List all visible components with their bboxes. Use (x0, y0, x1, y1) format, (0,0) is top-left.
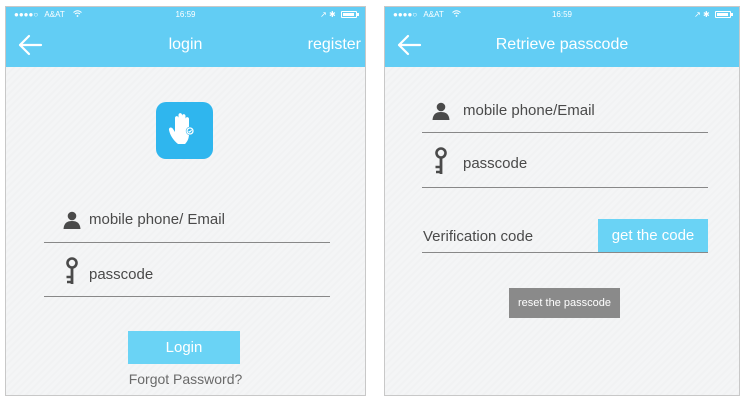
verification-code-label: Verification code (423, 228, 534, 245)
status-right: ↗ ✱ (694, 7, 733, 23)
hand-logo-icon (156, 102, 213, 159)
login-screen: ●●●●○ A&AT 16:59 ↗ ✱ login register mobi… (5, 6, 366, 396)
get-code-button[interactable]: get the code (598, 219, 708, 252)
password-field[interactable]: passcode (422, 139, 708, 188)
username-field[interactable]: mobile phone/ Email (44, 195, 330, 243)
user-icon (432, 102, 450, 124)
page-title: Retrieve passcode (495, 36, 629, 53)
password-label: passcode (463, 155, 528, 172)
verification-code-field[interactable]: Verification code get the code (422, 219, 708, 253)
login-content: mobile phone/ Email passcode Login Forgo… (6, 67, 365, 395)
username-label: mobile phone/ Email (89, 211, 225, 228)
register-link[interactable]: register (308, 23, 361, 67)
retrieve-content: mobile phone/Email passcode Verification… (385, 67, 739, 395)
password-field[interactable]: passcode (44, 249, 330, 297)
nav-bar: Retrieve passcode (385, 23, 739, 67)
reset-passcode-button[interactable]: reset the passcode (509, 288, 620, 318)
login-button[interactable]: Login (128, 331, 240, 364)
battery-icon (341, 11, 359, 18)
nav-bar: login register (6, 23, 365, 67)
key-icon (434, 147, 448, 181)
key-icon (65, 257, 79, 291)
username-label: mobile phone/Email (463, 102, 595, 119)
password-label: passcode (89, 266, 154, 283)
battery-icon (715, 11, 733, 18)
user-icon (63, 211, 81, 233)
status-bar: ●●●●○ A&AT 16:59 ↗ ✱ (385, 7, 739, 23)
status-time: 16:59 (551, 10, 573, 19)
location-bluetooth-icons: ↗ ✱ (320, 10, 336, 19)
username-field[interactable]: mobile phone/Email (422, 87, 708, 133)
retrieve-passcode-screen: ●●●●○ A&AT 16:59 ↗ ✱ Retrieve passcode m… (384, 6, 740, 396)
status-bar: ●●●●○ A&AT 16:59 ↗ ✱ (6, 7, 365, 23)
forgot-password-link[interactable]: Forgot Password? (6, 371, 365, 387)
status-time: 16:59 (175, 10, 196, 19)
location-bluetooth-icons: ↗ ✱ (694, 10, 710, 19)
status-right: ↗ ✱ (320, 7, 359, 23)
